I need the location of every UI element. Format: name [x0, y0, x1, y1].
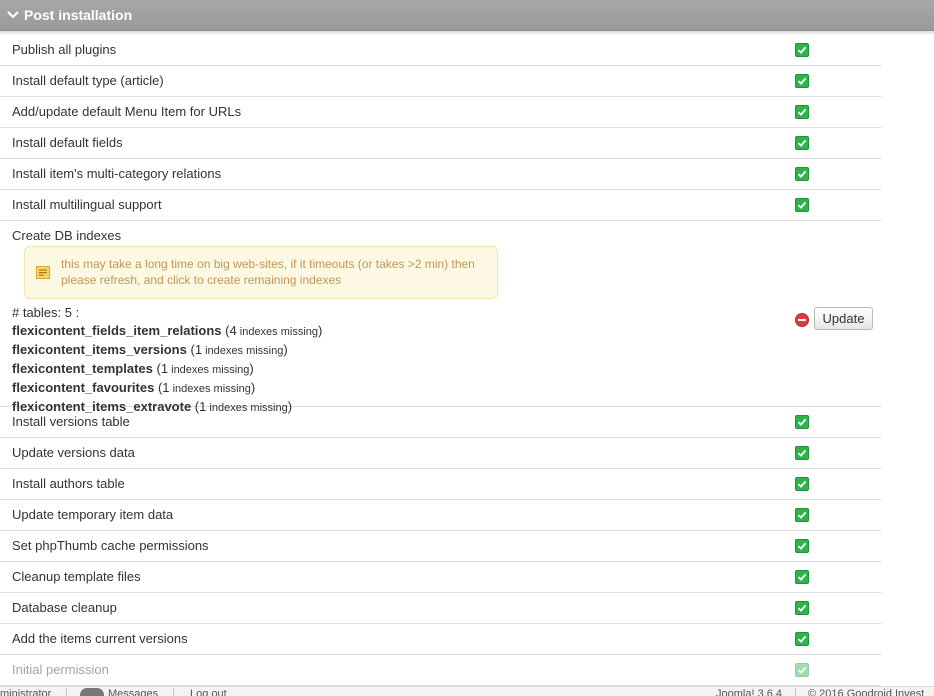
- table-entry: flexicontent_items_versions (1 indexes m…: [12, 342, 288, 357]
- missing-count: 1: [194, 342, 203, 357]
- task-row: Install default type (article): [0, 66, 881, 97]
- check-icon: [795, 136, 809, 150]
- task-label: Database cleanup: [12, 600, 117, 615]
- task-label: Install multilingual support: [12, 197, 162, 212]
- check-icon: [795, 539, 809, 553]
- note-icon: [36, 266, 50, 279]
- task-label: Initial permission: [12, 662, 109, 677]
- task-label: Add/update default Menu Item for URLs: [12, 104, 242, 119]
- table-name: flexicontent_templates: [12, 361, 153, 376]
- task-label: Set phpThumb cache permissions: [12, 538, 209, 553]
- task-label: Cleanup template files: [12, 569, 141, 584]
- table-name: flexicontent_fields_item_relations: [12, 323, 222, 338]
- task-row: Install authors table: [0, 469, 881, 500]
- message-count-badge[interactable]: [80, 688, 104, 696]
- task-row: Database cleanup: [0, 593, 881, 624]
- check-icon: [795, 198, 809, 212]
- check-icon: [795, 632, 809, 646]
- footer-logout-link[interactable]: Log out: [190, 688, 227, 696]
- missing-count: 1: [160, 361, 169, 376]
- check-icon: [795, 415, 809, 429]
- check-icon: [795, 446, 809, 460]
- task-row: Publish all plugins: [0, 35, 881, 66]
- check-icon: [795, 570, 809, 584]
- tables-count: # tables: 5 :: [12, 305, 80, 320]
- post-installation-header[interactable]: Post installation: [0, 0, 934, 31]
- check-icon: [795, 74, 809, 88]
- check-icon: [795, 601, 809, 615]
- task-label: Publish all plugins: [12, 42, 117, 57]
- check-icon: [795, 105, 809, 119]
- table-name: flexicontent_favourites: [12, 380, 155, 395]
- task-row: Add/update default Menu Item for URLs: [0, 97, 881, 128]
- task-label: Update temporary item data: [12, 507, 174, 522]
- task-table: Publish all plugins Install default type…: [0, 35, 881, 686]
- chevron-down-icon[interactable]: [6, 8, 20, 22]
- check-icon: [795, 663, 809, 677]
- missing-count: 1: [162, 380, 170, 395]
- footer-separator: [795, 688, 796, 696]
- task-label: Create DB indexes: [12, 228, 122, 243]
- minus-circle-icon: [795, 313, 809, 327]
- task-label: Add the items current versions: [12, 631, 188, 646]
- table-name: flexicontent_items_versions: [12, 342, 187, 357]
- task-row: Cleanup template files: [0, 562, 881, 593]
- task-label: Install default type (article): [12, 73, 164, 88]
- table-entry: flexicontent_templates (1 indexes missin…: [12, 361, 254, 376]
- check-icon: [795, 477, 809, 491]
- task-row: Initial permission: [0, 655, 881, 686]
- task-label: Install authors table: [12, 476, 125, 491]
- footer-copyright: © 2016 Goodroid Invest: [808, 688, 925, 696]
- check-icon: [795, 43, 809, 57]
- task-row: Add the items current versions: [0, 624, 881, 655]
- footer-version: Joomla! 3.6.4: [716, 688, 783, 696]
- task-row: Install default fields: [0, 128, 881, 159]
- footer-separator: [66, 688, 67, 696]
- status-footer: ministrator Messages Log out Joomla! 3.6…: [0, 686, 934, 696]
- footer-messages-link[interactable]: Messages: [108, 688, 158, 696]
- task-row: Update temporary item data: [0, 500, 881, 531]
- table-entry: flexicontent_fields_item_relations (4 in…: [12, 323, 323, 338]
- task-label: Install item's multi-category relations: [12, 166, 222, 181]
- task-row: Update versions data: [0, 438, 881, 469]
- task-label: Install default fields: [12, 135, 123, 150]
- task-row: Set phpThumb cache permissions: [0, 531, 881, 562]
- task-row: Install versions table: [0, 407, 881, 438]
- task-row-db-indexes: Create DB indexes this may take a long t…: [0, 221, 881, 414]
- warning-notice: this may take a long time on big web-sit…: [24, 246, 498, 299]
- db-index-details: # tables: 5 : flexicontent_fields_item_r…: [12, 304, 322, 417]
- footer-separator: [173, 688, 174, 696]
- missing-count: 4: [229, 323, 237, 338]
- update-button[interactable]: Update: [814, 307, 873, 330]
- task-row: Install item's multi-category relations: [0, 159, 881, 190]
- notice-text: this may take a long time on big web-sit…: [61, 257, 475, 287]
- check-icon: [795, 167, 809, 181]
- footer-admin-link[interactable]: ministrator: [0, 688, 51, 696]
- table-entry: flexicontent_favourites (1 indexes missi…: [12, 380, 256, 395]
- task-row: Install multilingual support: [0, 190, 881, 221]
- check-icon: [795, 508, 809, 522]
- task-label: Update versions data: [12, 445, 135, 460]
- task-label: Install versions table: [12, 414, 130, 429]
- panel-title: Post installation: [24, 7, 133, 23]
